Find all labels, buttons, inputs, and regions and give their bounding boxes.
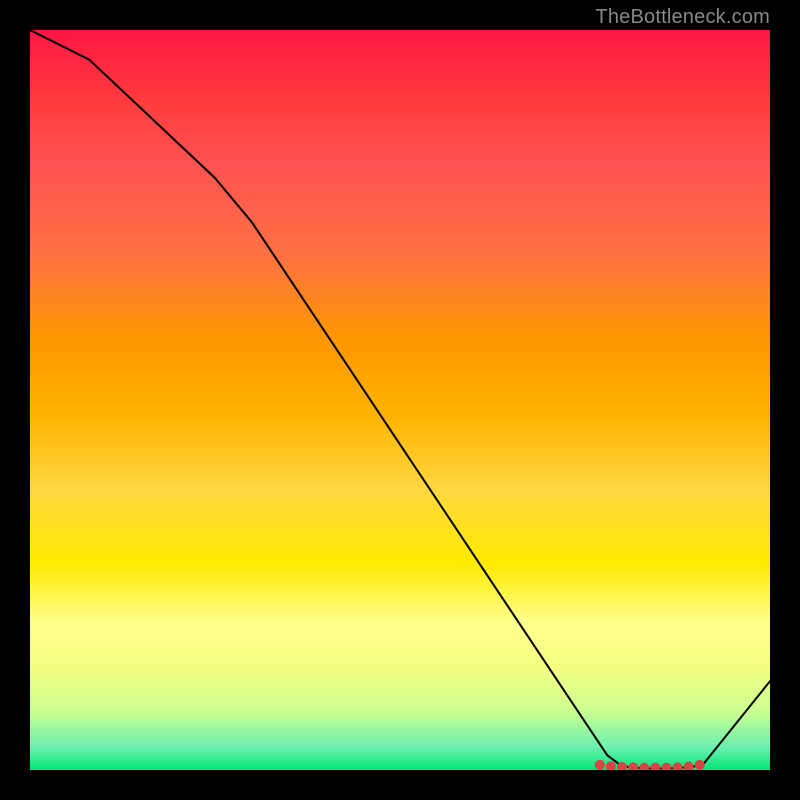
series-line bbox=[30, 30, 770, 769]
data-marker bbox=[628, 762, 638, 770]
data-marker bbox=[639, 763, 649, 770]
data-marker bbox=[606, 761, 616, 770]
data-marker bbox=[695, 760, 705, 770]
data-marker bbox=[595, 760, 605, 770]
data-marker bbox=[673, 762, 683, 770]
data-marker bbox=[650, 763, 660, 770]
attribution-text: TheBottleneck.com bbox=[595, 6, 770, 29]
plot-area bbox=[30, 30, 770, 770]
data-marker bbox=[661, 763, 671, 770]
data-marker bbox=[684, 762, 694, 770]
chart-container: TheBottleneck.com bbox=[0, 0, 800, 800]
chart-svg bbox=[30, 30, 770, 770]
